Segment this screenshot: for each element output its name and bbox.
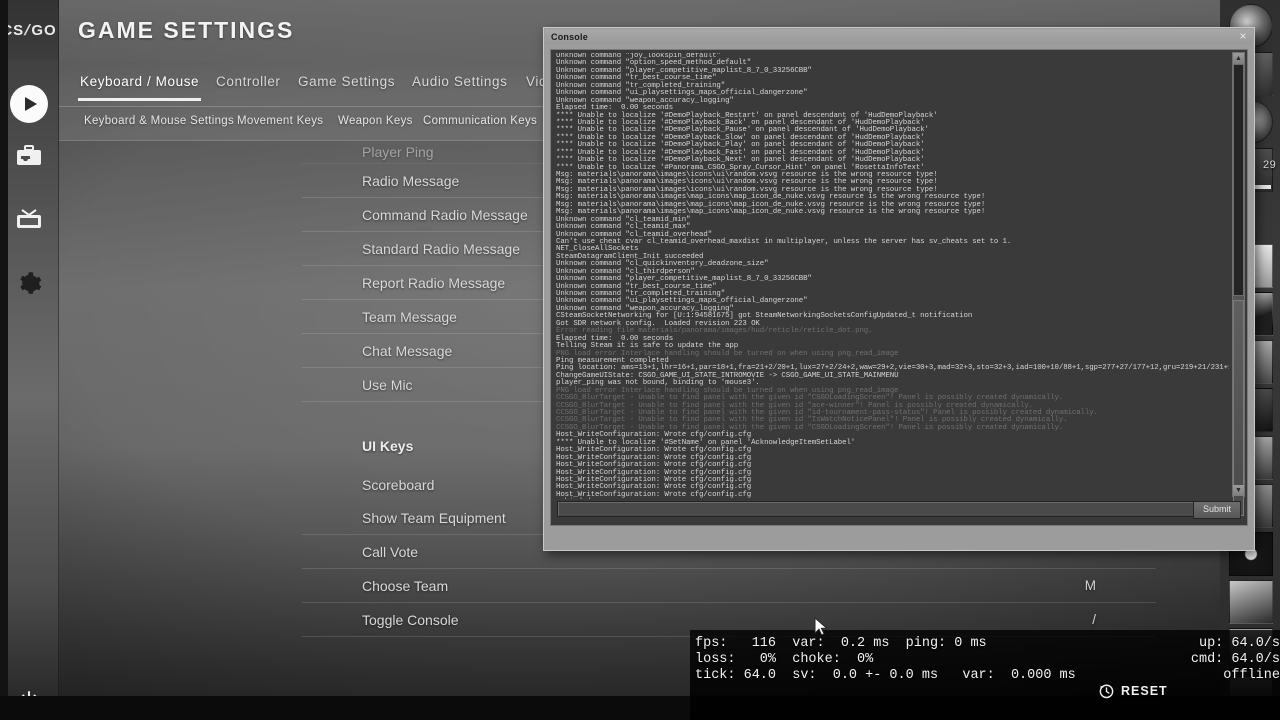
subtab-communication-keys[interactable]: Communication Keys bbox=[423, 115, 537, 127]
left-screen-edge bbox=[0, 0, 8, 720]
keybind-label: Report Radio Message bbox=[362, 275, 505, 291]
netgraph-row1-right: up: 64.0/s bbox=[1199, 636, 1280, 651]
keybind-row-choose-team[interactable]: Choose Team M bbox=[302, 569, 1156, 603]
subtab-keyboard-mouse-settings[interactable]: Keyboard & Mouse Settings bbox=[84, 115, 234, 127]
keybind-label: Scoreboard bbox=[362, 477, 434, 493]
netgraph-row3-right: offline bbox=[1223, 668, 1280, 683]
keybind-section-label: UI Keys bbox=[362, 438, 413, 454]
scroll-down-icon[interactable]: ▼ bbox=[1233, 485, 1244, 496]
netgraph-row1-left: fps: 116 var: 0.2 ms ping: 0 ms bbox=[695, 636, 987, 651]
nav-settings-button[interactable] bbox=[0, 258, 58, 310]
netgraph-row3-left: tick: 64.0 sv: 0.0 +- 0.0 ms var: 0.000 … bbox=[695, 668, 1076, 683]
console-command-input[interactable] bbox=[557, 501, 1201, 517]
keybind-label: Call Vote bbox=[362, 544, 418, 560]
keybind-label: Use Mic bbox=[362, 377, 413, 393]
console-scrollbar[interactable]: ▲ ▼ bbox=[1232, 52, 1245, 497]
left-nav-rail: CS/GO bbox=[0, 0, 59, 720]
thumbnail-item[interactable] bbox=[1229, 580, 1273, 624]
gear-icon bbox=[16, 271, 42, 297]
keybind-label: Toggle Console bbox=[362, 612, 459, 628]
tab-audio-settings[interactable]: Audio Settings bbox=[410, 70, 509, 98]
scroll-up-icon[interactable]: ▲ bbox=[1233, 53, 1244, 64]
keybind-label: Chat Message bbox=[362, 343, 452, 359]
thumbnail-count-label: 29 bbox=[1263, 160, 1276, 172]
console-submit-button[interactable]: Submit bbox=[1193, 501, 1241, 519]
console-log: Unknown command "joy_lookspin_default"Un… bbox=[556, 53, 1229, 499]
csgo-logo: CS/GO bbox=[0, 0, 58, 60]
page-title: GAME SETTINGS bbox=[78, 17, 294, 44]
keybind-value: M bbox=[1085, 578, 1096, 593]
keybind-label: Radio Message bbox=[362, 173, 459, 189]
logo-go-text: GO bbox=[31, 22, 56, 39]
screen-root: 29 GAME SETTINGS Keyboard / Mouse Contro… bbox=[0, 0, 1280, 720]
tab-game-settings[interactable]: Game Settings bbox=[296, 70, 397, 98]
nav-inventory-button[interactable] bbox=[0, 130, 58, 182]
keybind-label: Standard Radio Message bbox=[362, 241, 520, 257]
subtab-weapon-keys[interactable]: Weapon Keys bbox=[338, 115, 413, 127]
tab-controller[interactable]: Controller bbox=[214, 70, 283, 98]
tab-keyboard-mouse[interactable]: Keyboard / Mouse bbox=[78, 70, 201, 101]
scrollbar-track[interactable] bbox=[1233, 64, 1244, 296]
briefcase-gun-icon bbox=[16, 145, 42, 167]
console-titlebar[interactable]: Console bbox=[545, 29, 1253, 44]
keybind-label: Team Message bbox=[362, 309, 457, 325]
nav-play-button[interactable] bbox=[0, 78, 58, 130]
console-log-line: Host_WriteConfiguration: Wrote cfg/confi… bbox=[556, 492, 1229, 499]
reset-button[interactable]: RESET bbox=[1098, 682, 1168, 699]
mouse-cursor-icon bbox=[814, 617, 828, 637]
keybind-value: / bbox=[1092, 612, 1096, 627]
console-output-area: Unknown command "joy_lookspin_default"Un… bbox=[550, 49, 1248, 526]
netgraph-row2-right: cmd: 64.0/s bbox=[1191, 652, 1280, 667]
reset-clock-icon bbox=[1098, 682, 1115, 699]
scrollbar-thumb[interactable] bbox=[1233, 300, 1244, 516]
keybind-label: Show Team Equipment bbox=[362, 510, 506, 526]
keybind-label: Choose Team bbox=[362, 578, 448, 594]
close-icon[interactable]: × bbox=[1236, 29, 1250, 43]
console-window: Console × Unknown command "joy_lookspin_… bbox=[543, 27, 1255, 551]
keybind-label: Player Ping bbox=[362, 144, 434, 160]
tv-icon bbox=[15, 208, 43, 232]
nav-watch-button[interactable] bbox=[0, 194, 58, 246]
subtab-movement-keys[interactable]: Movement Keys bbox=[237, 115, 323, 127]
console-log-line: Can't use cheat cvar cl_teamid_overhead_… bbox=[556, 239, 1229, 246]
keybind-label: Command Radio Message bbox=[362, 207, 528, 223]
console-input-row: Submit bbox=[557, 501, 1241, 519]
netgraph-row2-left: loss: 0% choke: 0% bbox=[695, 652, 873, 667]
reset-label: RESET bbox=[1121, 684, 1168, 698]
netgraph-overlay: fps: 116 var: 0.2 ms ping: 0 ms up: 64.0… bbox=[695, 636, 1280, 696]
play-icon bbox=[10, 85, 48, 123]
